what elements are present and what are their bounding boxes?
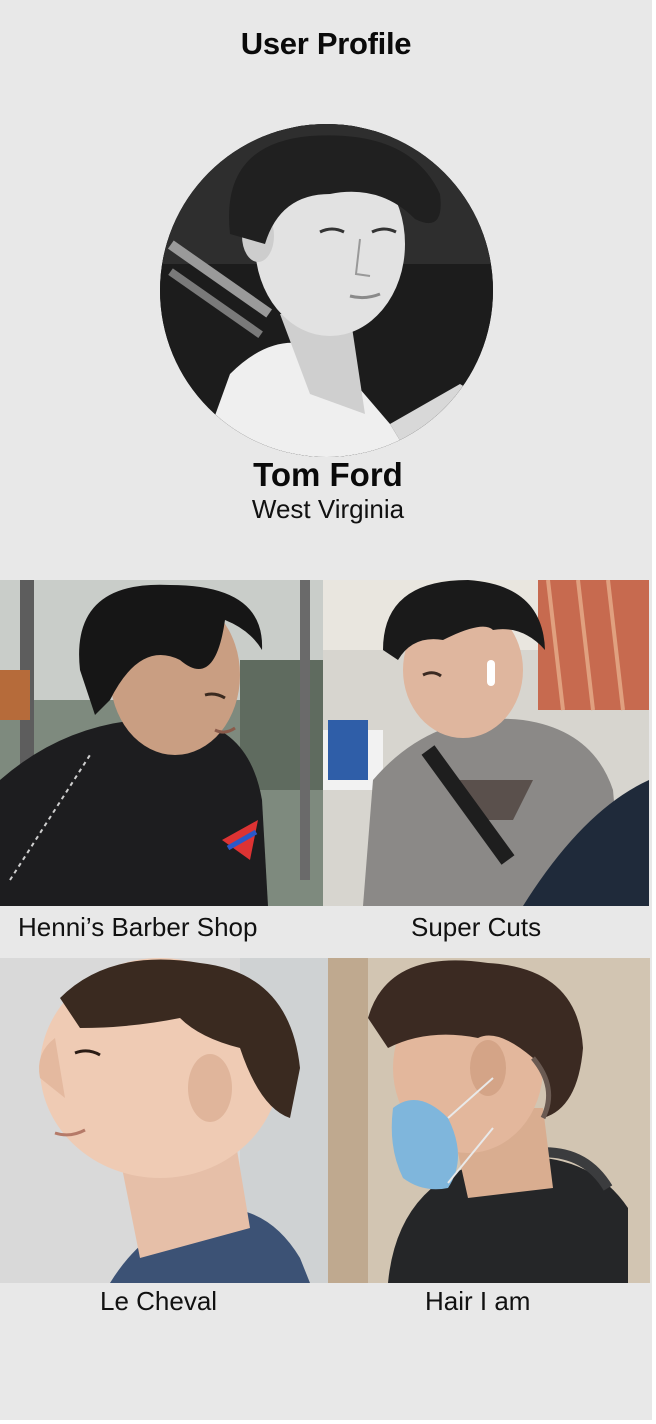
shop-photo-hairiam[interactable] — [328, 958, 650, 1283]
profile-screen: User Profile Tom Ford West Virginia Henn… — [0, 0, 652, 1420]
shop-photo-henni[interactable] — [0, 580, 323, 906]
avatar-photo — [160, 124, 493, 457]
barber-photo-4 — [328, 958, 650, 1283]
page-title: User Profile — [240, 26, 412, 61]
barber-photo-2 — [323, 580, 649, 906]
shop-photo-supercuts[interactable] — [323, 580, 649, 906]
shop-name-supercuts[interactable]: Super Cuts — [411, 912, 541, 943]
user-location: West Virginia — [251, 494, 405, 524]
user-name: Tom Ford — [253, 456, 403, 493]
barber-photo-3 — [0, 958, 328, 1283]
barber-photo-1 — [0, 580, 323, 906]
shop-name-henni[interactable]: Henni’s Barber Shop — [18, 912, 257, 943]
shop-photo-lecheval[interactable] — [0, 958, 328, 1283]
shop-name-lecheval[interactable]: Le Cheval — [100, 1286, 217, 1317]
profile-avatar[interactable] — [160, 124, 493, 457]
shop-name-hairiam[interactable]: Hair I am — [425, 1286, 530, 1317]
